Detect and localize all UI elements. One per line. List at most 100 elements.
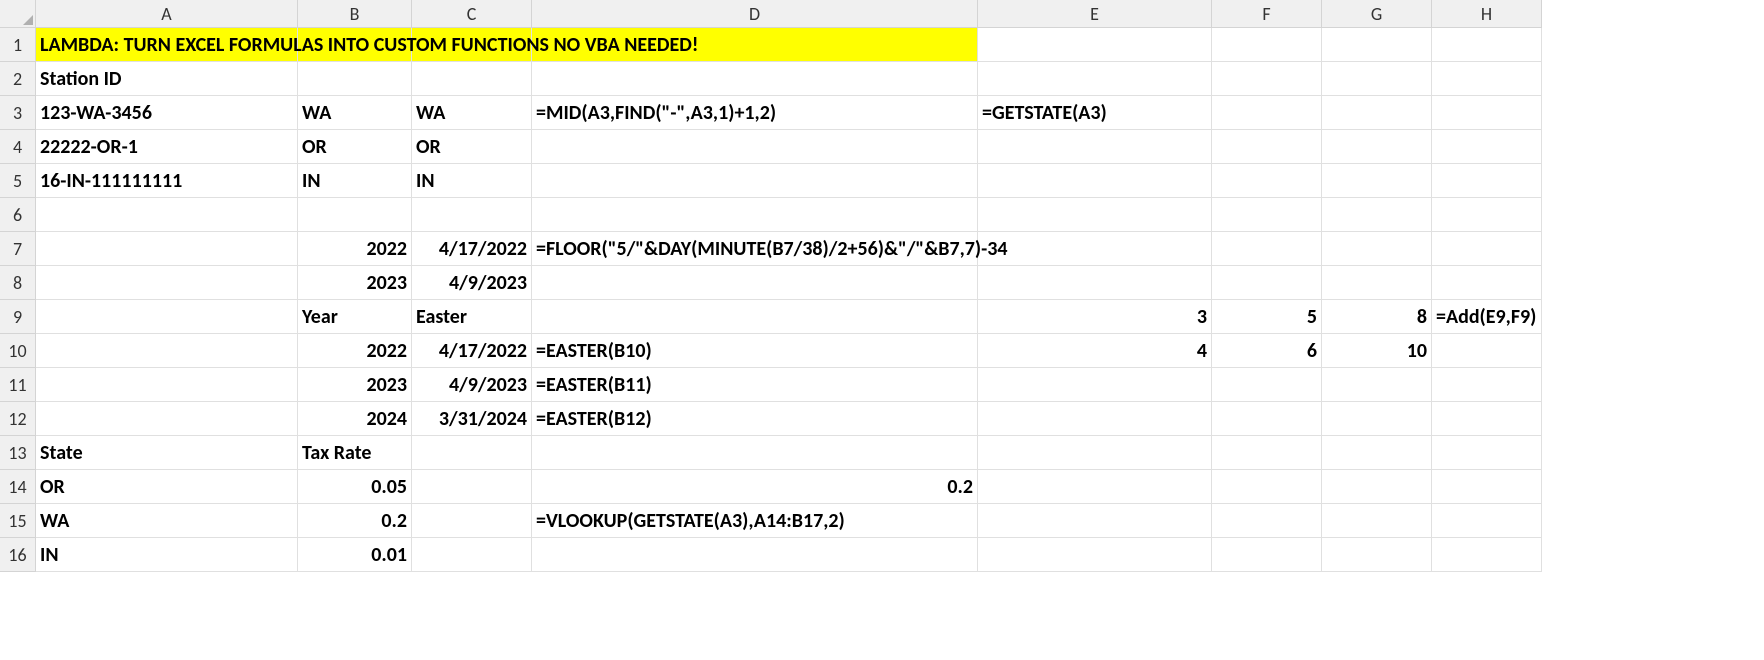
cell-E9[interactable]: 3 xyxy=(978,300,1212,334)
cell-F10[interactable]: 6 xyxy=(1212,334,1322,368)
cell-E15[interactable] xyxy=(978,504,1212,538)
cell-G6[interactable] xyxy=(1322,198,1432,232)
cell-F9[interactable]: 5 xyxy=(1212,300,1322,334)
cell-G11[interactable] xyxy=(1322,368,1432,402)
cell-B3[interactable]: WA xyxy=(298,96,412,130)
cell-A10[interactable] xyxy=(36,334,298,368)
cell-F4[interactable] xyxy=(1212,130,1322,164)
cell-E7[interactable] xyxy=(978,232,1212,266)
row-header[interactable]: 2 xyxy=(0,62,36,96)
cell-E1[interactable] xyxy=(978,28,1212,62)
cell-G5[interactable] xyxy=(1322,164,1432,198)
cell-F8[interactable] xyxy=(1212,266,1322,300)
cell-D2[interactable] xyxy=(532,62,978,96)
cell-H15[interactable] xyxy=(1432,504,1542,538)
cell-C12[interactable]: 3/31/2024 xyxy=(412,402,532,436)
cell-A3[interactable]: 123-WA-3456 xyxy=(36,96,298,130)
cell-H3[interactable] xyxy=(1432,96,1542,130)
row-header[interactable]: 9 xyxy=(0,300,36,334)
row-header[interactable]: 12 xyxy=(0,402,36,436)
cell-G13[interactable] xyxy=(1322,436,1432,470)
row-header[interactable]: 6 xyxy=(0,198,36,232)
cell-A11[interactable] xyxy=(36,368,298,402)
cell-B5[interactable]: IN xyxy=(298,164,412,198)
cell-E5[interactable] xyxy=(978,164,1212,198)
cell-H6[interactable] xyxy=(1432,198,1542,232)
cell-B4[interactable]: OR xyxy=(298,130,412,164)
cell-G2[interactable] xyxy=(1322,62,1432,96)
cell-F14[interactable] xyxy=(1212,470,1322,504)
cell-B12[interactable]: 2024 xyxy=(298,402,412,436)
row-header[interactable]: 1 xyxy=(0,28,36,62)
cell-A9[interactable] xyxy=(36,300,298,334)
col-header-B[interactable]: B xyxy=(298,0,412,28)
cell-A14[interactable]: OR xyxy=(36,470,298,504)
cell-C4[interactable]: OR xyxy=(412,130,532,164)
row-header[interactable]: 10 xyxy=(0,334,36,368)
cell-E6[interactable] xyxy=(978,198,1212,232)
cell-G10[interactable]: 10 xyxy=(1322,334,1432,368)
cell-H4[interactable] xyxy=(1432,130,1542,164)
cell-E14[interactable] xyxy=(978,470,1212,504)
cell-G4[interactable] xyxy=(1322,130,1432,164)
row-header[interactable]: 16 xyxy=(0,538,36,572)
cell-F1[interactable] xyxy=(1212,28,1322,62)
cell-B16[interactable]: 0.01 xyxy=(298,538,412,572)
cell-A4[interactable]: 22222-OR-1 xyxy=(36,130,298,164)
row-header[interactable]: 15 xyxy=(0,504,36,538)
cell-C9[interactable]: Easter xyxy=(412,300,532,334)
cell-H1[interactable] xyxy=(1432,28,1542,62)
cell-D4[interactable] xyxy=(532,130,978,164)
cell-D8[interactable] xyxy=(532,266,978,300)
cell-A15[interactable]: WA xyxy=(36,504,298,538)
cell-G3[interactable] xyxy=(1322,96,1432,130)
cell-F3[interactable] xyxy=(1212,96,1322,130)
cell-H9[interactable]: =Add(E9,F9) xyxy=(1432,300,1542,334)
cell-G7[interactable] xyxy=(1322,232,1432,266)
cell-A5[interactable]: 16-IN-111111111 xyxy=(36,164,298,198)
cell-C7[interactable]: 4/17/2022 xyxy=(412,232,532,266)
row-header[interactable]: 14 xyxy=(0,470,36,504)
cell-H7[interactable] xyxy=(1432,232,1542,266)
cell-C5[interactable]: IN xyxy=(412,164,532,198)
cell-D7[interactable]: =FLOOR("5/"&DAY(MINUTE(B7/38)/2+56)&"/"&… xyxy=(532,232,978,266)
cell-C2[interactable] xyxy=(412,62,532,96)
cell-F7[interactable] xyxy=(1212,232,1322,266)
cell-G15[interactable] xyxy=(1322,504,1432,538)
cell-H16[interactable] xyxy=(1432,538,1542,572)
cell-A2[interactable]: Station ID xyxy=(36,62,298,96)
row-header[interactable]: 11 xyxy=(0,368,36,402)
col-header-F[interactable]: F xyxy=(1212,0,1322,28)
row-header[interactable]: 5 xyxy=(0,164,36,198)
cell-H2[interactable] xyxy=(1432,62,1542,96)
cell-B14[interactable]: 0.05 xyxy=(298,470,412,504)
cell-B10[interactable]: 2022 xyxy=(298,334,412,368)
cell-A1[interactable]: LAMBDA: TURN EXCEL FORMULAS INTO CUSTOM … xyxy=(36,28,298,62)
cell-D5[interactable] xyxy=(532,164,978,198)
cell-E13[interactable] xyxy=(978,436,1212,470)
cell-D12[interactable]: =EASTER(B12) xyxy=(532,402,978,436)
cell-F2[interactable] xyxy=(1212,62,1322,96)
cell-C10[interactable]: 4/17/2022 xyxy=(412,334,532,368)
cell-A12[interactable] xyxy=(36,402,298,436)
cell-E10[interactable]: 4 xyxy=(978,334,1212,368)
spreadsheet-grid[interactable]: A B C D E F G H 1 LAMBDA: TURN EXCEL FOR… xyxy=(0,0,1764,572)
cell-E8[interactable] xyxy=(978,266,1212,300)
cell-E11[interactable] xyxy=(978,368,1212,402)
cell-C15[interactable] xyxy=(412,504,532,538)
cell-F16[interactable] xyxy=(1212,538,1322,572)
cell-A8[interactable] xyxy=(36,266,298,300)
cell-H11[interactable] xyxy=(1432,368,1542,402)
cell-H10[interactable] xyxy=(1432,334,1542,368)
cell-C8[interactable]: 4/9/2023 xyxy=(412,266,532,300)
cell-F13[interactable] xyxy=(1212,436,1322,470)
cell-D3[interactable]: =MID(A3,FIND("-",A3,1)+1,2) xyxy=(532,96,978,130)
cell-E2[interactable] xyxy=(978,62,1212,96)
cell-D10[interactable]: =EASTER(B10) xyxy=(532,334,978,368)
cell-D13[interactable] xyxy=(532,436,978,470)
cell-F6[interactable] xyxy=(1212,198,1322,232)
cell-G8[interactable] xyxy=(1322,266,1432,300)
cell-E12[interactable] xyxy=(978,402,1212,436)
cell-H14[interactable] xyxy=(1432,470,1542,504)
col-header-H[interactable]: H xyxy=(1432,0,1542,28)
